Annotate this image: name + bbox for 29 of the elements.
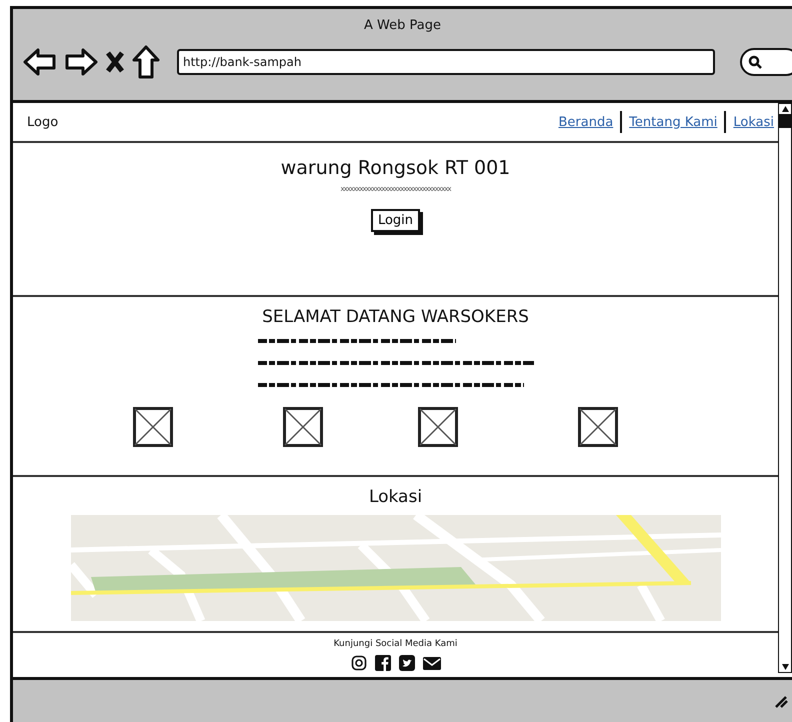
back-icon[interactable] (23, 47, 57, 77)
nav-link[interactable]: Lokasi (733, 114, 774, 130)
address-field[interactable]: http://bank-sampah (177, 49, 715, 75)
image-placeholder-icon (418, 407, 458, 447)
resize-grip-icon[interactable] (774, 694, 788, 708)
instagram-icon[interactable] (350, 655, 366, 671)
home-icon[interactable] (132, 45, 160, 79)
window-title: A Web Page (363, 17, 442, 33)
scrollbar[interactable] (778, 103, 792, 673)
twitter-icon[interactable] (398, 655, 414, 671)
image-placeholder-icon (578, 407, 618, 447)
location-title: Lokasi (368, 487, 422, 507)
logo-text: Logo (27, 114, 58, 130)
image-placeholder-icon (283, 407, 323, 447)
scroll-thumb[interactable] (779, 114, 791, 128)
close-icon[interactable] (105, 50, 125, 74)
scroll-down-icon[interactable] (780, 663, 790, 671)
search-field[interactable] (740, 48, 792, 76)
footer-text: Kunjungi Social Media Kami (334, 639, 458, 649)
nav-link[interactable]: Beranda (558, 114, 614, 130)
nav-link[interactable]: Tentang Kami (629, 114, 718, 130)
welcome-title: SELAMAT DATANG WARSOKERS (262, 307, 529, 327)
login-button[interactable]: Login (370, 209, 420, 232)
mail-icon[interactable] (422, 655, 440, 671)
facebook-icon[interactable] (374, 655, 390, 671)
image-placeholder-icon (133, 407, 173, 447)
search-icon (748, 55, 762, 69)
hero-title: warung Rongsok RT 001 (280, 157, 510, 179)
forward-icon[interactable] (64, 47, 98, 77)
